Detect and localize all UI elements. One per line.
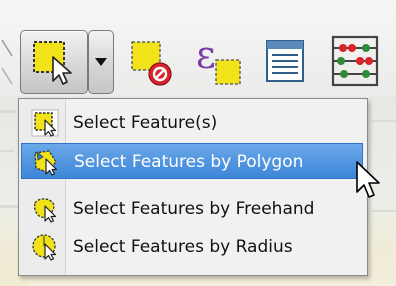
select-by-expression-icon[interactable]: ε	[194, 34, 244, 90]
deselect-features-icon[interactable]	[128, 38, 176, 88]
mouse-cursor-icon	[356, 161, 380, 198]
chevron-down-icon	[95, 58, 107, 66]
select-feature-button[interactable]	[20, 30, 88, 94]
svg-text:ε: ε	[196, 34, 216, 77]
field-calculator-icon[interactable]	[330, 34, 380, 88]
menu-item-label: Select Features by Freehand	[73, 199, 315, 219]
toolbar: ε	[0, 0, 396, 96]
select-feature-dropdown-button[interactable]	[88, 30, 114, 94]
select-features-menu: Select Feature(s) Select Features by Pol…	[18, 98, 368, 276]
select-feature-icon	[33, 41, 72, 85]
select-radius-icon	[32, 234, 57, 261]
toolbar-handle-icon	[1, 39, 13, 85]
select-polygon-icon	[34, 150, 58, 176]
menu-item-label: Select Features by Radius	[73, 237, 293, 257]
select-feature-icon	[31, 109, 59, 137]
attribute-table-icon[interactable]	[264, 38, 306, 84]
menu-item-select-by-radius[interactable]: Select Features by Radius	[21, 229, 363, 265]
menu-item-select-by-polygon[interactable]: Select Features by Polygon	[21, 143, 363, 179]
menu-item-label: Select Features by Polygon	[74, 152, 304, 172]
menu-item-label: Select Feature(s)	[73, 113, 218, 133]
select-freehand-icon	[33, 198, 57, 223]
menu-item-select-features[interactable]: Select Feature(s)	[21, 105, 363, 141]
menu-item-select-by-freehand[interactable]: Select Features by Freehand	[21, 191, 363, 227]
